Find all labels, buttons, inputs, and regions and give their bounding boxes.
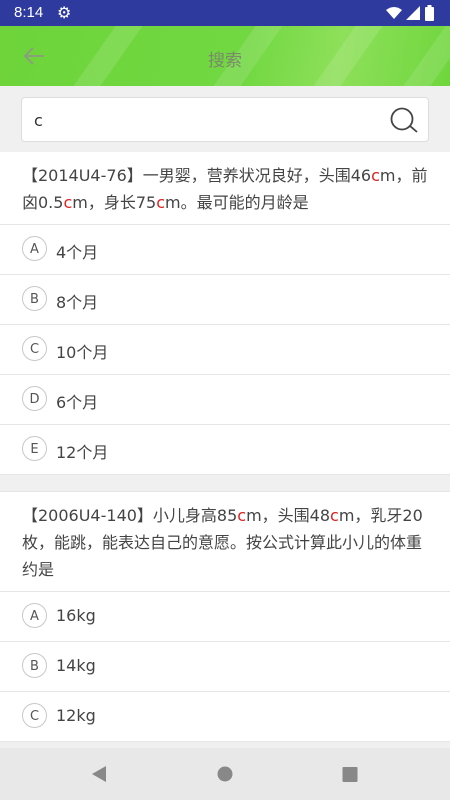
answer-option[interactable]: A 16kg bbox=[0, 592, 450, 642]
question-text-segment: 【2014U4-76】一男婴，营养状况良好，头围46 bbox=[22, 166, 372, 185]
wifi-icon bbox=[386, 7, 402, 19]
battery-icon bbox=[425, 5, 434, 21]
option-letter-badge: D bbox=[22, 386, 47, 411]
option-text: 8个月 bbox=[56, 293, 99, 312]
option-text: 4个月 bbox=[56, 243, 99, 262]
option-text: 12kg bbox=[56, 706, 96, 725]
magnifier-icon[interactable] bbox=[389, 107, 419, 133]
search-highlight: c bbox=[156, 193, 165, 212]
option-letter-badge: E bbox=[22, 436, 47, 461]
option-text: 12个月 bbox=[56, 443, 109, 462]
answer-option[interactable]: C 10个月 bbox=[0, 325, 450, 375]
option-text: 6个月 bbox=[56, 393, 99, 412]
answer-option[interactable]: E 12个月 bbox=[0, 425, 450, 475]
search-area bbox=[0, 86, 450, 152]
nav-home-icon[interactable] bbox=[216, 764, 234, 784]
nav-recents-icon[interactable] bbox=[341, 764, 359, 784]
option-letter-badge: C bbox=[22, 336, 47, 361]
nav-back-icon[interactable] bbox=[90, 764, 108, 784]
option-letter-badge: B bbox=[22, 286, 47, 311]
answer-option[interactable]: D 6个月 bbox=[0, 375, 450, 425]
search-input[interactable] bbox=[32, 106, 376, 134]
option-text: 16kg bbox=[56, 606, 96, 625]
question-text-segment: m，头围48 bbox=[246, 506, 331, 525]
search-highlight: c bbox=[63, 193, 73, 212]
option-letter-badge: A bbox=[22, 603, 47, 628]
option-text: 10个月 bbox=[56, 343, 109, 362]
signal-icon bbox=[406, 6, 420, 20]
question-text-segment: m，身长75 bbox=[72, 193, 157, 212]
answer-option[interactable]: B 14kg bbox=[0, 642, 450, 692]
question-text-segment: 【2006U4-140】小儿身高85 bbox=[22, 506, 238, 525]
question-card[interactable]: 【2006U4-140】小儿身高85cm，头围48cm，乳牙20枚，能跳，能表达… bbox=[0, 492, 450, 742]
search-highlight: c bbox=[371, 166, 380, 185]
answer-option[interactable]: A 4个月 bbox=[0, 225, 450, 275]
search-highlight: c bbox=[330, 506, 339, 525]
toolbar: 搜索 bbox=[0, 26, 450, 86]
answer-option[interactable]: B 8个月 bbox=[0, 275, 450, 325]
gear-icon: ⚙ bbox=[57, 3, 72, 22]
answer-option[interactable]: C 12kg bbox=[0, 692, 450, 742]
status-time: 8:14 bbox=[14, 4, 44, 21]
nav-bar bbox=[0, 748, 450, 800]
page-title: 搜索 bbox=[208, 51, 242, 71]
question-text: 【2006U4-140】小儿身高85cm，头围48cm，乳牙20枚，能跳，能表达… bbox=[0, 492, 450, 592]
search-highlight: c bbox=[237, 506, 247, 525]
question-text-segment: m。最可能的月龄是 bbox=[165, 193, 309, 212]
option-letter-badge: C bbox=[22, 703, 47, 728]
question-text: 【2014U4-76】一男婴，营养状况良好，头围46cm，前囟0.5cm，身长7… bbox=[0, 152, 450, 225]
status-bar: 8:14 ⚙ bbox=[0, 0, 450, 26]
option-text: 14kg bbox=[56, 656, 96, 675]
section-divider bbox=[0, 475, 450, 492]
option-letter-badge: A bbox=[22, 236, 47, 261]
results-list[interactable]: 【2014U4-76】一男婴，营养状况良好，头围46cm，前囟0.5cm，身长7… bbox=[0, 152, 450, 748]
question-card[interactable]: 【2014U4-76】一男婴，营养状况良好，头围46cm，前囟0.5cm，身长7… bbox=[0, 152, 450, 475]
option-letter-badge: B bbox=[22, 653, 47, 678]
search-box bbox=[21, 97, 429, 142]
